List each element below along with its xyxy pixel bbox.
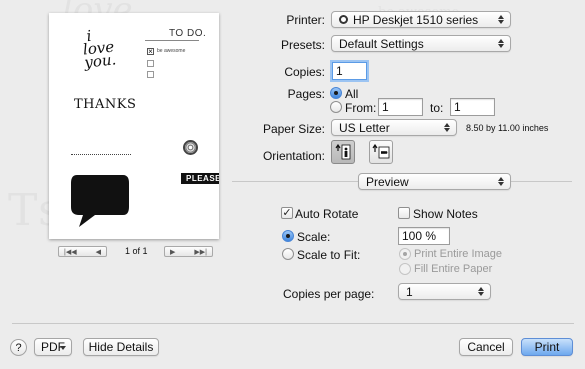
preview-checkbox-icon [147, 71, 154, 78]
fill-entire-paper-radio[interactable] [399, 263, 411, 275]
preview-please: PLEASE? [181, 173, 219, 184]
pages-to-label: to: [430, 101, 444, 115]
page-nav-back-buttons[interactable]: |◀◀ ◀ [58, 246, 107, 257]
last-page-icon[interactable]: ▶▶| [194, 248, 207, 256]
print-entire-image-radio[interactable] [399, 248, 411, 260]
print-entire-image-label[interactable]: Print Entire Image [414, 248, 502, 260]
scale-to-fit-label[interactable]: Scale to Fit: [297, 248, 360, 262]
show-notes-label[interactable]: Show Notes [413, 207, 478, 221]
paper-dimensions: 8.50 by 11.00 inches [466, 123, 549, 133]
printer-popup[interactable]: HP Deskjet 1510 series [331, 11, 511, 28]
copies-per-page-value: 1 [406, 284, 413, 299]
cancel-button[interactable]: Cancel [459, 338, 513, 356]
preview-love-line: you. [83, 50, 118, 72]
copies-per-page-label: Copies per page: [283, 287, 375, 301]
popup-arrows-icon [497, 38, 505, 49]
preview-dotted-line [71, 154, 131, 155]
paper-size-popup[interactable]: US Letter [331, 119, 457, 136]
pages-from-radio[interactable] [330, 101, 342, 113]
fill-entire-paper-label[interactable]: Fill Entire Paper [414, 263, 492, 275]
pages-all-label[interactable]: All [345, 87, 358, 101]
pdf-menu-button[interactable]: PDF [34, 338, 72, 356]
first-page-icon[interactable]: |◀◀ [64, 248, 77, 256]
landscape-icon [372, 144, 390, 159]
page-nav-forward-buttons[interactable]: ▶ ▶▶| [164, 246, 213, 257]
preview-thanks: THANKS [74, 97, 137, 112]
printer-icon [339, 15, 348, 24]
printer-value: HP Deskjet 1510 series [353, 12, 479, 27]
hide-details-button[interactable]: Hide Details [83, 338, 159, 356]
popup-arrows-icon [443, 122, 451, 133]
portrait-icon [335, 144, 351, 160]
preview-rose-icon [183, 140, 198, 155]
popup-arrows-icon [497, 14, 505, 25]
preview-i-love-you: i love you. [81, 27, 118, 72]
page-indicator: 1 of 1 [125, 246, 148, 256]
scale-radio[interactable] [282, 230, 294, 242]
preview-checkbox-checked-icon: × [147, 47, 154, 56]
scale-field[interactable]: 100 % [398, 227, 450, 245]
paper-size-label: Paper Size: [262, 122, 325, 136]
presets-popup[interactable]: Default Settings [331, 35, 511, 52]
scale-to-fit-radio[interactable] [282, 248, 294, 260]
orientation-label: Orientation: [262, 149, 325, 163]
pages-from-label[interactable]: From: [345, 101, 376, 115]
footer-separator [12, 323, 574, 324]
preview-speech-bubble-icon [71, 175, 129, 227]
popup-arrows-icon [497, 176, 505, 187]
pages-to-field[interactable]: 1 [450, 98, 495, 116]
auto-rotate-checkbox[interactable]: ✓ [281, 207, 293, 219]
print-button[interactable]: Print [521, 338, 573, 356]
copies-label: Copies: [284, 65, 325, 79]
portrait-orientation-button[interactable] [331, 140, 355, 164]
print-preview-page: i love you. TO DO. × be awesome THANKS P… [49, 13, 219, 239]
pages-from-field[interactable]: 1 [378, 98, 423, 116]
preview-todo-item: be awesome [157, 48, 186, 54]
pages-all-radio[interactable] [330, 87, 342, 99]
help-button[interactable]: ? [10, 339, 27, 356]
preview-todo-rule [145, 40, 199, 41]
preview-checkbox-icon [147, 60, 154, 67]
copies-field[interactable]: 1 [332, 62, 367, 80]
section-value: Preview [366, 174, 409, 189]
next-page-icon[interactable]: ▶ [170, 248, 175, 256]
preview-todo-title: TO DO. [169, 28, 207, 39]
section-popup[interactable]: Preview [358, 173, 511, 190]
presets-label: Presets: [280, 38, 325, 52]
chevron-down-icon [60, 346, 66, 350]
prev-page-icon[interactable]: ◀ [96, 248, 101, 256]
popup-arrows-icon [477, 286, 485, 297]
auto-rotate-label[interactable]: Auto Rotate [295, 207, 358, 221]
paper-size-value: US Letter [339, 120, 390, 135]
printer-label: Printer: [286, 13, 325, 27]
copies-per-page-popup[interactable]: 1 [398, 283, 491, 300]
presets-value: Default Settings [339, 36, 424, 51]
show-notes-checkbox[interactable] [398, 207, 410, 219]
scale-label[interactable]: Scale: [297, 230, 330, 244]
pages-label: Pages: [287, 87, 325, 101]
landscape-orientation-button[interactable] [369, 140, 393, 164]
